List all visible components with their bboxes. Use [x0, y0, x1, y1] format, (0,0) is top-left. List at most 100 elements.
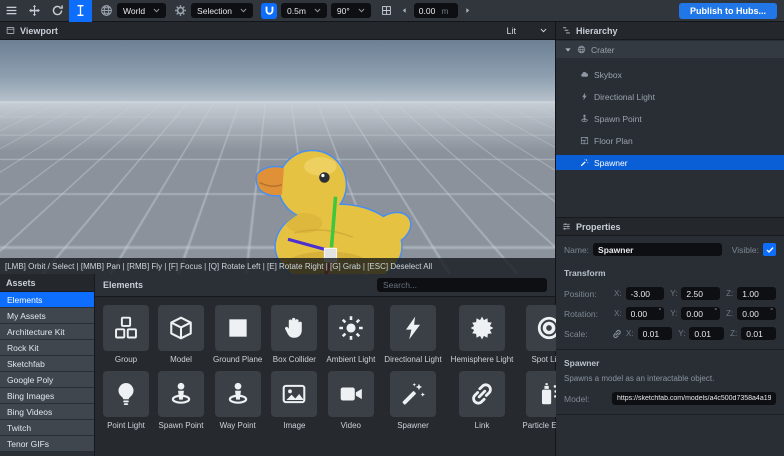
- hierarchy-item-floor-plan[interactable]: Floor Plan: [556, 133, 784, 148]
- spawn-point-icon: [168, 381, 194, 407]
- hierarchy-item-skybox[interactable]: Skybox: [556, 67, 784, 82]
- element-tile-label: Directional Light: [384, 355, 442, 364]
- grid-height-increment-button[interactable]: [462, 4, 473, 17]
- hierarchy-item-spawner[interactable]: Spawner: [556, 155, 784, 170]
- rotation-x-input[interactable]: [625, 307, 665, 320]
- model-row: Model:: [564, 392, 776, 405]
- element-tile-label: Point Light: [107, 421, 145, 430]
- toolbar: World Selection 0.5m 90° 0.00 m Publish …: [0, 0, 784, 22]
- tool-buttons: [0, 0, 92, 22]
- asset-tab-sketchfab[interactable]: Sketchfab: [0, 356, 94, 371]
- element-tile-way-point[interactable]: Way Point: [213, 371, 262, 430]
- hierarchy-item-label: Skybox: [594, 69, 622, 80]
- scale-tool-button[interactable]: [69, 0, 92, 22]
- grid-height-decrement-button[interactable]: [399, 4, 410, 17]
- transform-space-dropdown[interactable]: World: [117, 3, 167, 18]
- menu-tool-button[interactable]: [0, 0, 23, 22]
- point-light-icon: [103, 371, 149, 417]
- scale-y-input[interactable]: [689, 327, 725, 340]
- spawn-point-icon: [158, 371, 204, 417]
- group-icon: [103, 305, 149, 351]
- globe-icon: [577, 45, 586, 54]
- hierarchy-panel: Hierarchy Crater Skybox Directional Light S…: [556, 22, 784, 218]
- element-tile-ambient-light[interactable]: Ambient Light: [326, 305, 375, 364]
- transform-pivot-dropdown[interactable]: Selection: [191, 3, 254, 18]
- visible-checkbox[interactable]: [763, 243, 776, 256]
- grid-visibility-button[interactable]: [379, 3, 395, 19]
- render-mode-dropdown[interactable]: Lit: [506, 26, 549, 36]
- hierarchy-item-directional-light[interactable]: Directional Light: [556, 89, 784, 104]
- asset-tab-rock-kit[interactable]: Rock Kit: [0, 340, 94, 355]
- position-z-input[interactable]: [737, 287, 776, 300]
- hierarchy-item-crater[interactable]: Crater: [556, 41, 784, 58]
- snap-toggle-button[interactable]: [261, 2, 278, 19]
- rotation-y-input[interactable]: [681, 307, 721, 320]
- name-input[interactable]: [593, 243, 722, 256]
- asset-tab-elements[interactable]: Elements: [0, 292, 94, 307]
- video-icon: [327, 371, 374, 417]
- position-y-input[interactable]: [681, 287, 721, 300]
- model-url-input[interactable]: [612, 392, 776, 405]
- asset-tab-architecture-kit[interactable]: Architecture Kit: [0, 324, 94, 339]
- group-icon: [113, 315, 139, 341]
- element-tile-spawner[interactable]: Spawner: [384, 371, 441, 430]
- search-input[interactable]: [377, 278, 547, 292]
- expand-caret-icon[interactable]: [564, 46, 572, 54]
- element-tile-group[interactable]: Group: [103, 305, 149, 364]
- render-mode-value: Lit: [506, 25, 516, 36]
- position-x-input[interactable]: [625, 287, 665, 300]
- element-tile-video[interactable]: Video: [326, 371, 375, 430]
- element-tile-link[interactable]: Link: [451, 371, 514, 430]
- spawner-icon: [389, 371, 436, 417]
- scale-x-input[interactable]: [637, 327, 673, 340]
- rotate-tool-button[interactable]: [46, 0, 69, 22]
- axis-z-label: Z:: [726, 309, 734, 318]
- elements-title: Elements: [103, 280, 144, 290]
- triangle-right-icon: [464, 7, 471, 14]
- floor-plan-icon: [580, 136, 589, 145]
- element-tile-image[interactable]: Image: [271, 371, 318, 430]
- transform-pivot-value: Selection: [197, 5, 233, 16]
- box-collider-icon: [281, 315, 307, 341]
- element-tile-ground-plane[interactable]: Ground Plane: [213, 305, 262, 364]
- publish-button[interactable]: Publish to Hubs...: [679, 2, 777, 19]
- element-tile-spawn-point[interactable]: Spawn Point: [158, 371, 204, 430]
- element-tile-box-collider[interactable]: Box Collider: [271, 305, 318, 364]
- directional-light-icon: [400, 315, 426, 341]
- asset-tab-bing-images[interactable]: Bing Images: [0, 388, 94, 403]
- hierarchy-tree: Crater Skybox Directional Light Spawn Point…: [556, 40, 784, 217]
- viewport-canvas[interactable]: [LMB] Orbit / Select | [MMB] Pan | [RMB]…: [0, 40, 555, 274]
- asset-tab-twitch[interactable]: Twitch: [0, 420, 94, 435]
- grid-floor: [0, 40, 555, 104]
- link-axes-icon[interactable]: [612, 329, 622, 339]
- properties-panel: Properties Name: Visible: Transform Posi…: [556, 218, 784, 456]
- axis-x-label: X:: [614, 289, 622, 298]
- asset-tab-tenor-gifs[interactable]: Tenor GIFs: [0, 436, 94, 451]
- snap-angle-dropdown[interactable]: 90°: [330, 3, 371, 18]
- hierarchy-item-spawn-point[interactable]: Spawn Point: [556, 111, 784, 126]
- rotation-label: Rotation:: [564, 308, 599, 319]
- asset-tab-my-assets[interactable]: My Assets: [0, 308, 94, 323]
- element-tile-hemisphere-light[interactable]: Hemisphere Light: [450, 305, 514, 364]
- chevron-down-icon: [240, 7, 247, 14]
- element-tile-label: Image: [283, 421, 306, 430]
- spawner-section-title: Spawner: [564, 358, 600, 368]
- element-tile-directional-light[interactable]: Directional Light: [384, 305, 442, 364]
- scale-z-input[interactable]: [741, 327, 776, 340]
- asset-tab-google-poly[interactable]: Google Poly: [0, 372, 94, 387]
- element-tile-model[interactable]: Model: [158, 305, 204, 364]
- asset-tab-bing-videos[interactable]: Bing Videos: [0, 404, 94, 419]
- cloud-icon: [580, 70, 589, 79]
- grid-height-field[interactable]: 0.00 m: [413, 3, 458, 18]
- rotation-z-input[interactable]: [737, 307, 776, 320]
- scale-label: Scale:: [564, 328, 588, 339]
- translate-tool-button[interactable]: [23, 0, 46, 22]
- element-tile-point-light[interactable]: Point Light: [103, 371, 149, 430]
- element-tile-label: Hemisphere Light: [450, 355, 514, 364]
- snap-distance-dropdown[interactable]: 0.5m: [281, 3, 327, 18]
- box-collider-icon: [271, 305, 318, 351]
- properties-title: Properties: [576, 221, 621, 232]
- position-label: Position:: [564, 288, 597, 299]
- scene-editor: World Selection 0.5m 90° 0.00 m Publish …: [0, 0, 784, 456]
- duck-model[interactable]: [230, 132, 435, 274]
